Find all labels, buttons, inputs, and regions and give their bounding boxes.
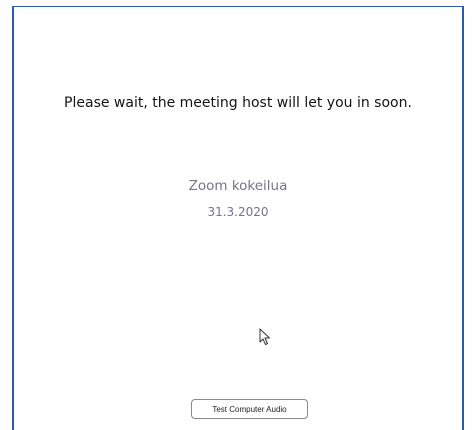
waiting-room-window: Please wait, the meeting host will let y… [12,6,464,430]
meeting-date: 31.3.2020 [207,205,269,219]
test-computer-audio-button[interactable]: Test Computer Audio [191,399,308,419]
meeting-title: Zoom kokeilua [188,178,288,194]
mouse-pointer-icon [259,328,270,345]
waiting-message: Please wait, the meeting host will let y… [64,95,412,111]
